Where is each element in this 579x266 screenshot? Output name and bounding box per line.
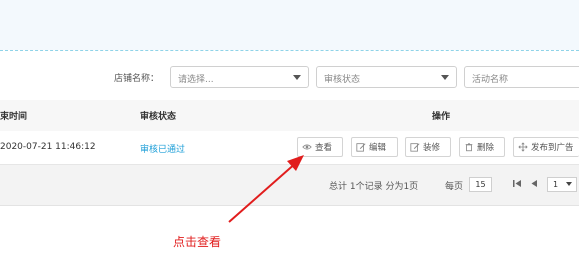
annotation-text: 点击查看 xyxy=(173,235,222,249)
annotation-arrow-icon xyxy=(228,155,304,223)
